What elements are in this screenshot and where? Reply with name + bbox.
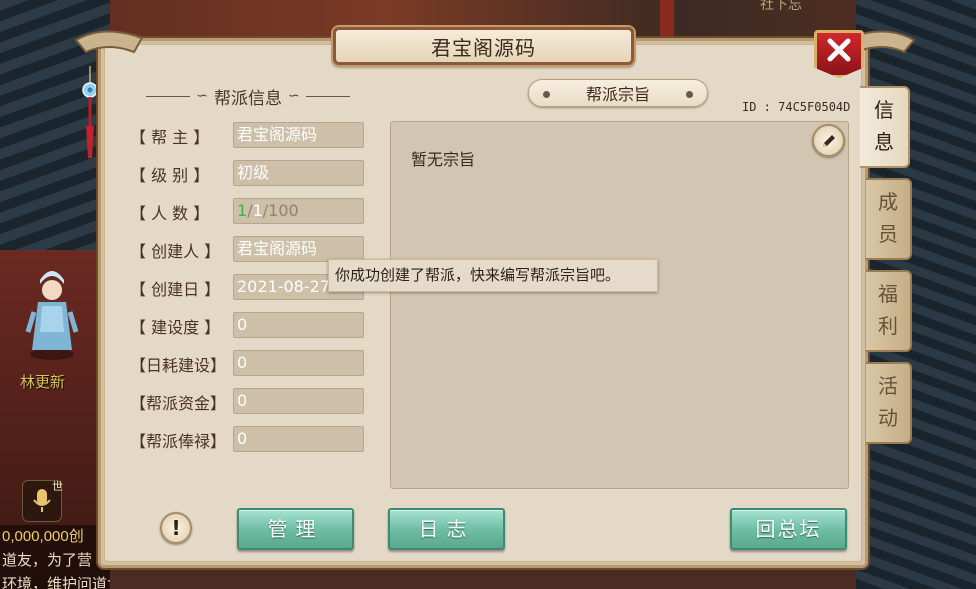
npc-character[interactable] bbox=[24, 262, 80, 362]
purpose-text: 暂无宗旨 bbox=[411, 150, 476, 169]
info-row-members: 【 人 数 】 1/1/100 bbox=[130, 198, 366, 224]
info-row-construction: 【 建设度 】 0 bbox=[130, 312, 366, 338]
info-heading-text: 帮派信息 bbox=[214, 88, 282, 109]
tab-activities-char: 活 bbox=[878, 374, 898, 398]
purpose-tab[interactable]: 帮派宗旨 bbox=[528, 79, 708, 107]
scene-pillar bbox=[660, 0, 674, 40]
info-value: 君宝阁源码 bbox=[233, 122, 364, 148]
return-hq-button[interactable]: 回总坛 bbox=[730, 508, 847, 550]
info-label: 【 创建日 】 bbox=[130, 280, 221, 299]
manage-button[interactable]: 管理 bbox=[237, 508, 354, 550]
info-value: 初级 bbox=[233, 160, 364, 186]
members-online: 1 bbox=[237, 201, 248, 220]
swirl-ornament-icon: ∽ bbox=[196, 88, 208, 104]
tab-info[interactable]: 信 息 bbox=[860, 86, 910, 168]
info-label: 【日耗建设】 bbox=[130, 356, 227, 375]
chat-line: 环境，维护问道世界的正 bbox=[2, 576, 110, 589]
swirl-ornament-icon: ∽ bbox=[288, 88, 300, 104]
tab-welfare-char: 福 bbox=[878, 282, 898, 306]
tab-welfare-char: 利 bbox=[878, 314, 898, 338]
info-section-heading: ∽ 帮派信息 ∽ bbox=[140, 84, 356, 109]
report-warning-button[interactable]: ! bbox=[160, 512, 192, 544]
scene-top-text: 社下忘 bbox=[760, 0, 802, 13]
member-count-value: 1/1/100 bbox=[233, 198, 364, 224]
info-label: 【 创建人 】 bbox=[130, 242, 221, 261]
jade-pendant-icon bbox=[82, 66, 98, 158]
tab-info-char: 信 bbox=[874, 98, 894, 122]
tab-activities[interactable]: 活 动 bbox=[866, 362, 912, 444]
info-value: 0 bbox=[233, 426, 364, 452]
world-channel-tag: 世 bbox=[52, 480, 63, 493]
tab-dot-icon bbox=[686, 91, 693, 98]
panel-corner-ornament bbox=[74, 30, 144, 54]
info-label: 【 帮 主 】 bbox=[130, 128, 210, 147]
info-label: 【 人 数 】 bbox=[130, 204, 210, 223]
info-row-funds: 【帮派资金】 0 bbox=[130, 388, 366, 414]
pencil-icon bbox=[822, 134, 835, 147]
info-value: 0 bbox=[233, 388, 364, 414]
info-row-level: 【 级 别 】 初级 bbox=[130, 160, 366, 186]
tab-members-char: 成 bbox=[878, 190, 898, 214]
chat-line: 道友，为了营 bbox=[2, 552, 93, 569]
members-max: 100 bbox=[268, 201, 299, 220]
exclamation-icon: ! bbox=[171, 516, 181, 540]
info-label: 【帮派资金】 bbox=[130, 394, 227, 413]
microphone-icon bbox=[33, 489, 51, 512]
info-row-leader: 【 帮 主 】 君宝阁源码 bbox=[130, 122, 366, 148]
info-row-salary: 【帮派俸禄】 0 bbox=[130, 426, 366, 452]
chat-strip[interactable]: 0,000,000创 道友，为了营 环境，维护问道世界的正 bbox=[0, 525, 110, 589]
panel-title-plate: 君宝阁源码 bbox=[333, 27, 634, 65]
log-button[interactable]: 日志 bbox=[388, 508, 505, 550]
tab-members[interactable]: 成 员 bbox=[866, 178, 912, 260]
info-label: 【帮派俸禄】 bbox=[130, 432, 227, 451]
info-label: 【 级 别 】 bbox=[130, 166, 210, 185]
purpose-tab-label: 帮派宗旨 bbox=[585, 85, 650, 104]
info-value: 0 bbox=[233, 312, 364, 338]
tab-members-char: 员 bbox=[878, 222, 898, 246]
panel-title: 君宝阁源码 bbox=[431, 35, 536, 60]
info-row-daily-cost: 【日耗建设】 0 bbox=[130, 350, 366, 376]
hint-tooltip: 你成功创建了帮派，快来编写帮派宗旨吧。 bbox=[328, 259, 658, 292]
info-value: 0 bbox=[233, 350, 364, 376]
edit-purpose-button[interactable] bbox=[812, 124, 845, 157]
npc-name-label: 林更新 bbox=[20, 374, 66, 391]
guild-id: ID : 74C5F0504D bbox=[742, 100, 851, 114]
heading-divider bbox=[146, 95, 191, 97]
close-icon bbox=[827, 38, 851, 62]
tab-activities-char: 动 bbox=[878, 406, 898, 430]
purpose-text-box bbox=[390, 121, 849, 489]
chat-line: 0,000,000创 bbox=[2, 528, 84, 545]
members-current: 1 bbox=[252, 201, 263, 220]
heading-divider bbox=[305, 95, 350, 97]
tab-info-char: 息 bbox=[874, 130, 894, 154]
tab-dot-icon bbox=[543, 91, 550, 98]
tab-welfare[interactable]: 福 利 bbox=[866, 270, 912, 352]
info-label: 【 建设度 】 bbox=[130, 318, 221, 337]
